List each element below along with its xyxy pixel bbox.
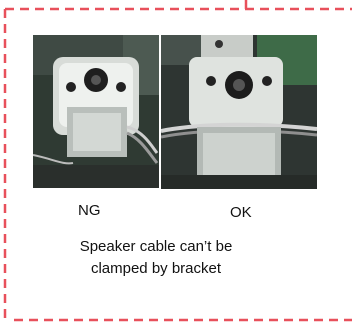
ng-photo (33, 35, 159, 188)
note-line-2: clamped by bracket (90, 260, 222, 277)
note-line-1: Speaker cable can’t be (79, 238, 233, 255)
document-panel: NG OK Speaker cable can’t be clamped by … (0, 0, 354, 322)
ok-label: OK (230, 204, 252, 221)
note-text: Speaker cable can’t be clamped by bracke… (40, 236, 272, 280)
ok-photo (161, 35, 317, 189)
ng-label: NG (78, 202, 101, 219)
